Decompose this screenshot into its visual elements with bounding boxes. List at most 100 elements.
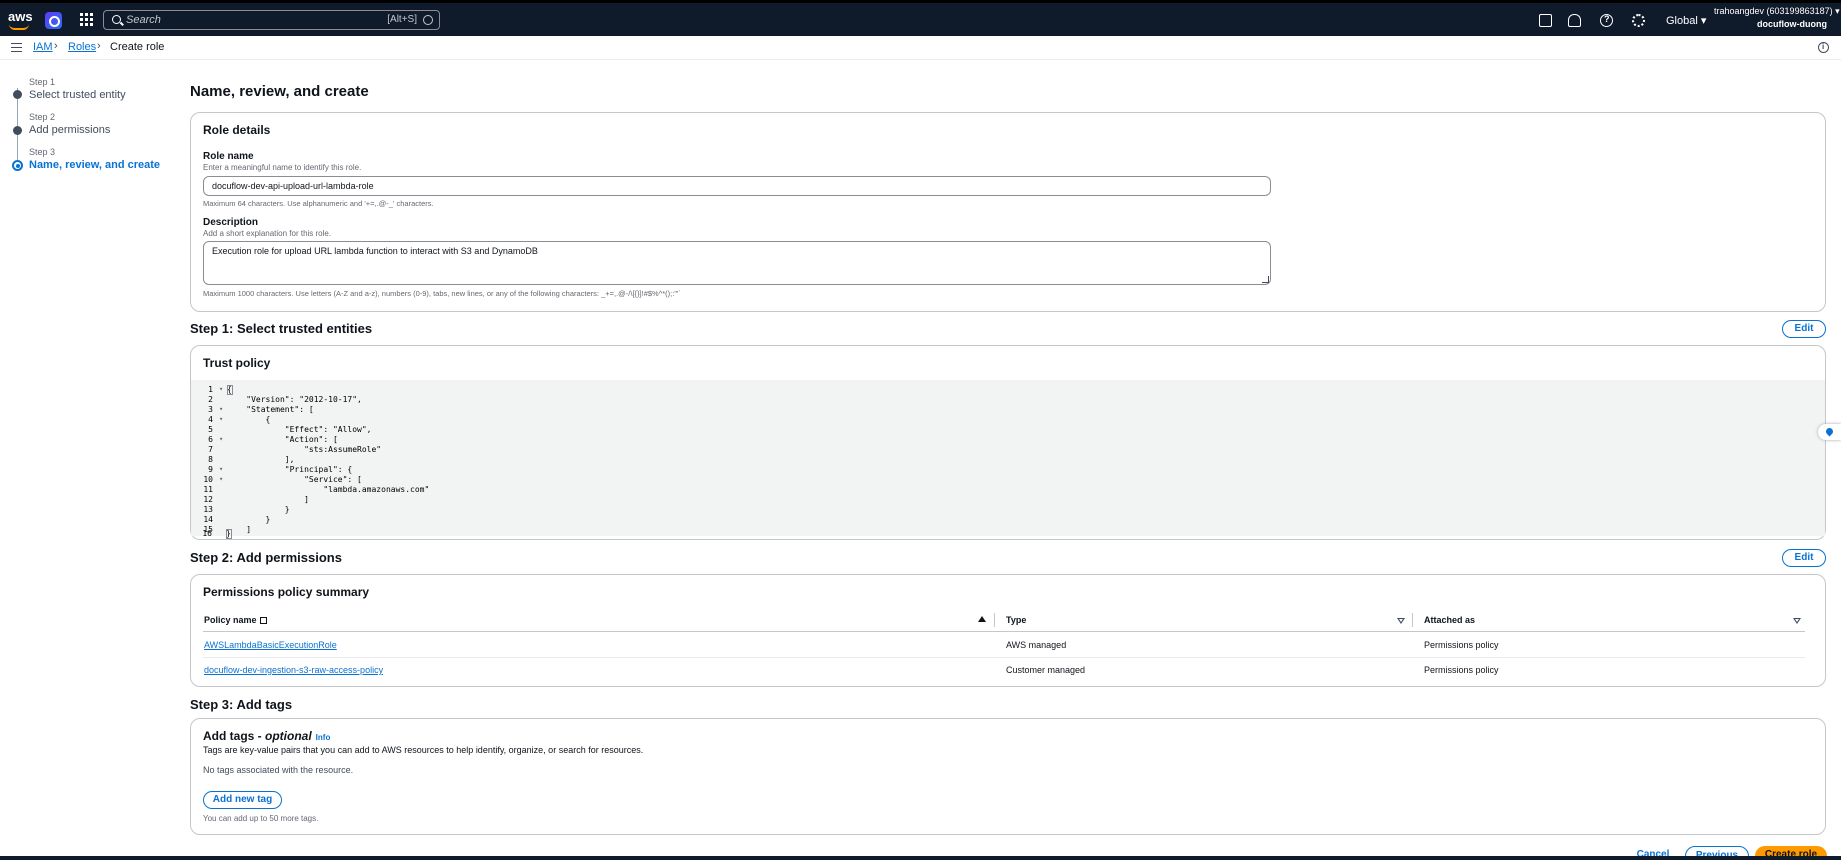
- column-header-type[interactable]: Type: [1006, 609, 1026, 631]
- step-3-active-dot-icon: [12, 160, 23, 171]
- description-field: Execution role for upload URL lambda fun…: [191, 241, 1291, 287]
- step-number: Step 3: [29, 147, 56, 157]
- role-name-desc: Enter a meaningful name to identify this…: [203, 163, 362, 172]
- code-line: 7 "sts:AssumeRole": [191, 445, 1825, 455]
- line-number: 8: [208, 455, 213, 464]
- fold-icon[interactable]: ▾: [219, 405, 223, 413]
- gear-icon[interactable]: [1632, 14, 1645, 27]
- fold-icon[interactable]: ▾: [219, 465, 223, 473]
- code-text: {: [227, 415, 271, 424]
- amazon-q-icon[interactable]: [45, 12, 62, 29]
- wizard-step-3[interactable]: Step 3 Name, review, and create: [29, 147, 160, 171]
- sort-ascending-icon[interactable]: [978, 616, 986, 622]
- code-text: ],: [227, 455, 295, 464]
- panel-title: Permissions policy summary: [203, 585, 370, 599]
- tags-title: Add tags -: [203, 729, 265, 743]
- assistant-tab-icon[interactable]: [1818, 424, 1841, 440]
- description-textarea[interactable]: Execution role for upload URL lambda fun…: [203, 241, 1271, 285]
- tags-description: Tags are key-value pairs that you can ad…: [203, 745, 644, 755]
- aws-logo[interactable]: aws: [8, 10, 34, 30]
- step2-edit-button[interactable]: Edit: [1782, 549, 1826, 567]
- line-number: 5: [208, 425, 213, 434]
- fold-icon[interactable]: ▾: [219, 385, 223, 393]
- line-number: 11: [203, 485, 213, 494]
- role-name-input[interactable]: [203, 176, 1271, 196]
- top-navigation: aws Search [Alt+S] Global ▾ trahoangdev …: [0, 0, 1841, 36]
- line-number: 13: [203, 505, 213, 514]
- description-label: Description: [203, 217, 259, 228]
- services-grid-icon[interactable]: [80, 13, 93, 26]
- line-number: 3: [208, 405, 213, 414]
- wizard-step-2[interactable]: Step 2 Add permissions: [29, 112, 110, 136]
- help-icon[interactable]: [1600, 14, 1613, 27]
- line-number: 2: [208, 395, 213, 404]
- step-name: Select trusted entity: [29, 89, 126, 101]
- row-divider: [203, 657, 1805, 658]
- trust-policy-code: 1 ▾ { 2 "Version": "2012-10-17", 3 ▾ "State…: [191, 380, 1825, 536]
- column-header-attached-as[interactable]: Attached as: [1424, 609, 1475, 631]
- column-divider[interactable]: [1412, 613, 1413, 627]
- line-number: 1: [208, 385, 213, 394]
- wizard-step-1[interactable]: Step 1 Select trusted entity: [29, 77, 126, 101]
- sort-icon[interactable]: [1397, 618, 1405, 624]
- sort-icon[interactable]: [1793, 618, 1801, 624]
- region-selector[interactable]: Global ▾: [1666, 14, 1706, 27]
- code-line: 1 ▾ {: [191, 385, 1825, 395]
- step1-edit-button[interactable]: Edit: [1782, 320, 1826, 338]
- resize-handle-icon[interactable]: [1262, 276, 1269, 283]
- code-text: "Principal": {: [227, 465, 353, 474]
- description-desc: Add a short explanation for this role.: [203, 229, 332, 238]
- column-header-policy-name[interactable]: Policy name: [204, 609, 267, 631]
- policy-attached-as: Permissions policy: [1424, 640, 1499, 650]
- code-line: 3 ▾ "Statement": [: [191, 405, 1825, 415]
- info-icon[interactable]: [1818, 42, 1829, 53]
- cloudshell-icon[interactable]: [1539, 14, 1552, 27]
- account-menu[interactable]: trahoangdev (603199863187) ▾: [1714, 6, 1840, 17]
- role-name-hint: Maximum 64 characters. Use alphanumeric …: [203, 199, 434, 208]
- chevron-right-icon: ›: [54, 40, 58, 52]
- panel-title: Add tags - optional Info: [203, 729, 330, 743]
- info-link[interactable]: Info: [316, 733, 331, 742]
- fold-icon[interactable]: ▾: [219, 475, 223, 483]
- trust-policy-panel: Trust policy 1 ▾ { 2 "Version": "2012-10-1…: [190, 345, 1826, 540]
- fold-icon[interactable]: ▾: [219, 435, 223, 443]
- aws-logo-text: aws: [8, 9, 33, 24]
- description-hint: Maximum 1000 characters. Use letters (A-…: [203, 289, 681, 298]
- search-shortcut: [Alt+S]: [387, 14, 417, 25]
- search-bar[interactable]: Search [Alt+S]: [103, 10, 440, 30]
- code-line: 10 ▾ "Service": [: [191, 475, 1825, 485]
- breadcrumb-iam[interactable]: IAM: [33, 41, 53, 53]
- tags-limit-hint: You can add up to 50 more tags.: [203, 814, 319, 823]
- menu-icon[interactable]: [11, 43, 22, 52]
- bell-icon[interactable]: [1568, 14, 1581, 27]
- search-clear-icon[interactable]: [423, 15, 433, 25]
- breadcrumb-roles[interactable]: Roles: [68, 41, 96, 53]
- step-name: Name, review, and create: [29, 159, 161, 171]
- policy-type: Customer managed: [1006, 665, 1086, 675]
- policy-link[interactable]: AWSLambdaBasicExecutionRole: [204, 640, 337, 650]
- line-number: 9: [208, 465, 213, 474]
- account-id: trahoangdev (603199863187): [1714, 6, 1833, 16]
- line-number: 6: [208, 435, 213, 444]
- tags-empty-state: No tags associated with the resource.: [203, 765, 354, 775]
- tags-panel: Add tags - optional Info Tags are key-val…: [190, 718, 1826, 835]
- breadcrumb-bar: IAM › Roles › Create role: [0, 36, 1841, 60]
- code-text: "Action": [: [227, 435, 338, 444]
- fold-icon[interactable]: ▾: [219, 415, 223, 423]
- column-divider[interactable]: [994, 613, 995, 627]
- add-new-tag-button[interactable]: Add new tag: [203, 791, 282, 809]
- code-line: 6 ▾ "Action": [: [191, 435, 1825, 445]
- line-number: 7: [208, 445, 213, 454]
- panel-title: Trust policy: [203, 356, 271, 370]
- code-line: 16}: [190, 529, 490, 540]
- aws-smile-icon: [9, 24, 29, 30]
- step-1-dot-icon: [13, 90, 22, 99]
- code-line: 4 ▾ {: [191, 415, 1825, 425]
- account-alias: docuflow-duong: [1757, 19, 1827, 29]
- role-name-label: Role name: [203, 151, 254, 162]
- code-line: 11 "lambda.amazonaws.com": [191, 485, 1825, 495]
- policy-link[interactable]: docuflow-dev-ingestion-s3-raw-access-pol…: [204, 665, 383, 675]
- code-text: }: [227, 515, 271, 524]
- code-text: "lambda.amazonaws.com": [227, 485, 430, 494]
- code-text: }: [226, 529, 231, 538]
